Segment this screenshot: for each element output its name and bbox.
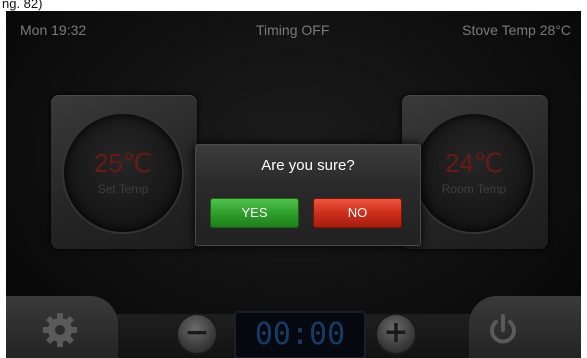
stove-temp-label: Stove Temp 28°C <box>462 22 571 38</box>
figure-caption: ng. 82) <box>2 0 43 11</box>
room-temp-value: 24℃ <box>444 148 504 178</box>
room-temp-dial: 24℃ Room Temp <box>415 114 533 232</box>
power-icon[interactable] <box>483 310 523 350</box>
timer-display: 00:00 <box>234 311 366 358</box>
status-bar: Mon 19:32 Timing OFF Stove Temp 28°C <box>6 11 581 55</box>
day-time-label: Mon 19:32 <box>20 22 87 38</box>
set-temp-label: Set Temp <box>97 182 149 196</box>
room-temp-label: Room Temp <box>441 182 507 196</box>
decrease-button[interactable]: − <box>178 315 216 353</box>
dialog-title: Are you sure? <box>261 157 355 174</box>
no-button[interactable]: NO <box>313 198 402 228</box>
device-screen: Mon 19:32 Timing OFF Stove Temp 28°C 25℃… <box>6 11 581 358</box>
set-temp-dial: 25℃ Set Temp <box>64 114 182 232</box>
yes-button[interactable]: YES <box>210 198 299 228</box>
room-temp-card: 24℃ Room Temp <box>402 95 548 249</box>
settings-tab[interactable] <box>6 296 118 358</box>
gear-icon[interactable] <box>40 310 80 350</box>
increase-button[interactable]: + <box>377 315 415 353</box>
bottom-bar: − 00:00 + <box>6 296 581 358</box>
set-temp-value: 25℃ <box>93 148 153 178</box>
confirm-dialog: Are you sure? YES NO <box>195 144 421 246</box>
power-tab[interactable] <box>469 296 581 358</box>
set-temp-card[interactable]: 25℃ Set Temp <box>51 95 197 249</box>
timing-status[interactable]: Timing OFF <box>256 22 329 38</box>
